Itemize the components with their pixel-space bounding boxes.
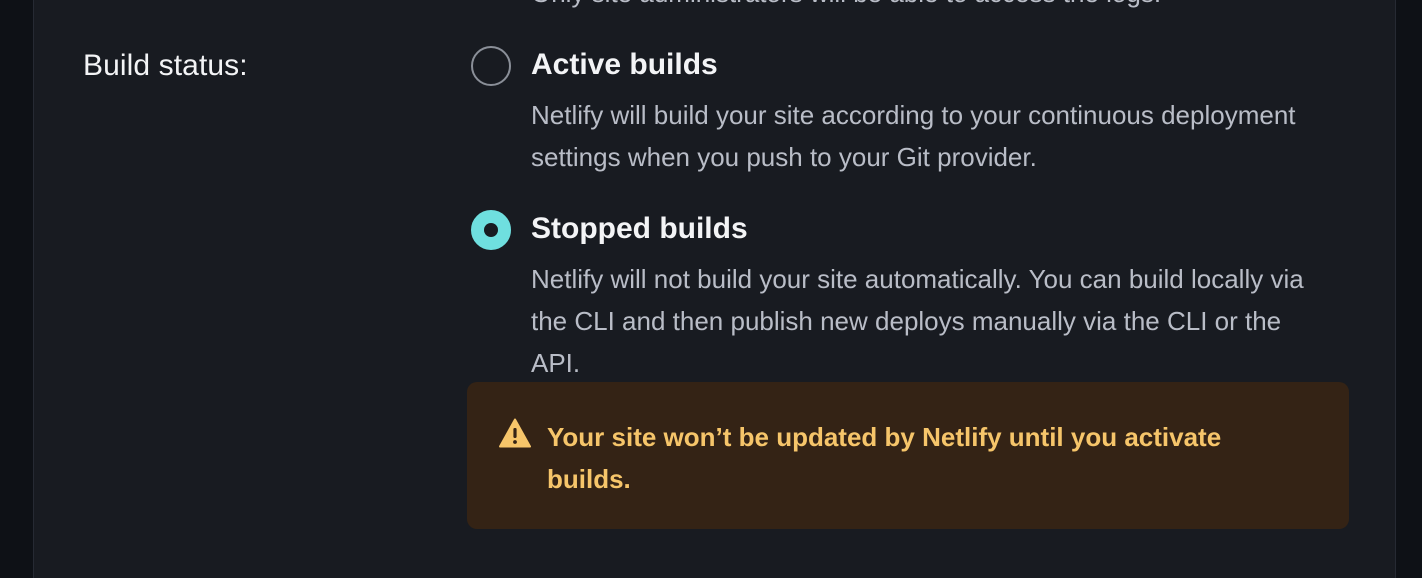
stopped-builds-radio[interactable]: [471, 210, 511, 250]
log-visibility-note: Only site administrators will be able to…: [531, 0, 1161, 9]
warning-triangle-icon: [499, 418, 531, 448]
active-builds-title[interactable]: Active builds: [531, 48, 718, 82]
build-settings-card: Only site administrators will be able to…: [33, 0, 1396, 578]
stopped-builds-warning: Your site won’t be updated by Netlify un…: [467, 382, 1349, 529]
active-builds-description: Netlify will build your site according t…: [531, 100, 1296, 172]
build-status-label: Build status:: [83, 49, 248, 82]
active-builds-radio[interactable]: [471, 46, 511, 86]
warning-message: Your site won’t be updated by Netlify un…: [547, 422, 1222, 494]
stopped-builds-description: Netlify will not build your site automat…: [531, 264, 1304, 378]
stopped-builds-title[interactable]: Stopped builds: [531, 212, 748, 246]
